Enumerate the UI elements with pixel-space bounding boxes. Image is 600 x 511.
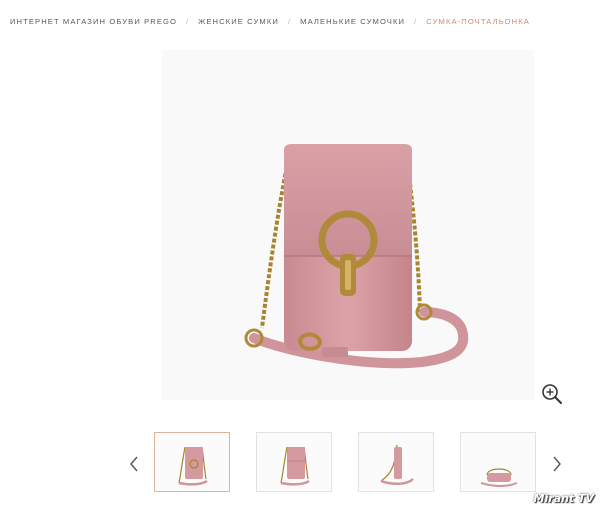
- breadcrumb-separator: /: [414, 17, 418, 26]
- thumbnail-side[interactable]: [358, 432, 434, 492]
- breadcrumb-separator: /: [287, 17, 292, 26]
- breadcrumb-separator: /: [186, 17, 190, 26]
- thumbnail-strip: [0, 432, 600, 494]
- breadcrumb-small-bags[interactable]: МАЛЕНЬКИЕ СУМОЧКИ: [300, 17, 405, 26]
- thumbnail-bottom[interactable]: [460, 432, 536, 492]
- watermark: Mirant TV: [533, 492, 595, 505]
- breadcrumb-womens-bags[interactable]: ЖЕНСКИЕ СУМКИ: [198, 17, 279, 26]
- thumbnail-front[interactable]: [154, 432, 230, 492]
- breadcrumb-current: СУМКА-ПОЧТАЛЬОНКА: [426, 17, 530, 26]
- thumbnail-back[interactable]: [256, 432, 332, 492]
- zoom-in-icon[interactable]: [541, 383, 563, 405]
- product-main-image[interactable]: [162, 50, 534, 400]
- chevron-right-icon[interactable]: [551, 455, 563, 473]
- breadcrumb: ИНТЕРНЕТ МАГАЗИН ОБУВИ PREGO / ЖЕНСКИЕ С…: [10, 17, 530, 26]
- breadcrumb-home[interactable]: ИНТЕРНЕТ МАГАЗИН ОБУВИ PREGO: [10, 17, 177, 26]
